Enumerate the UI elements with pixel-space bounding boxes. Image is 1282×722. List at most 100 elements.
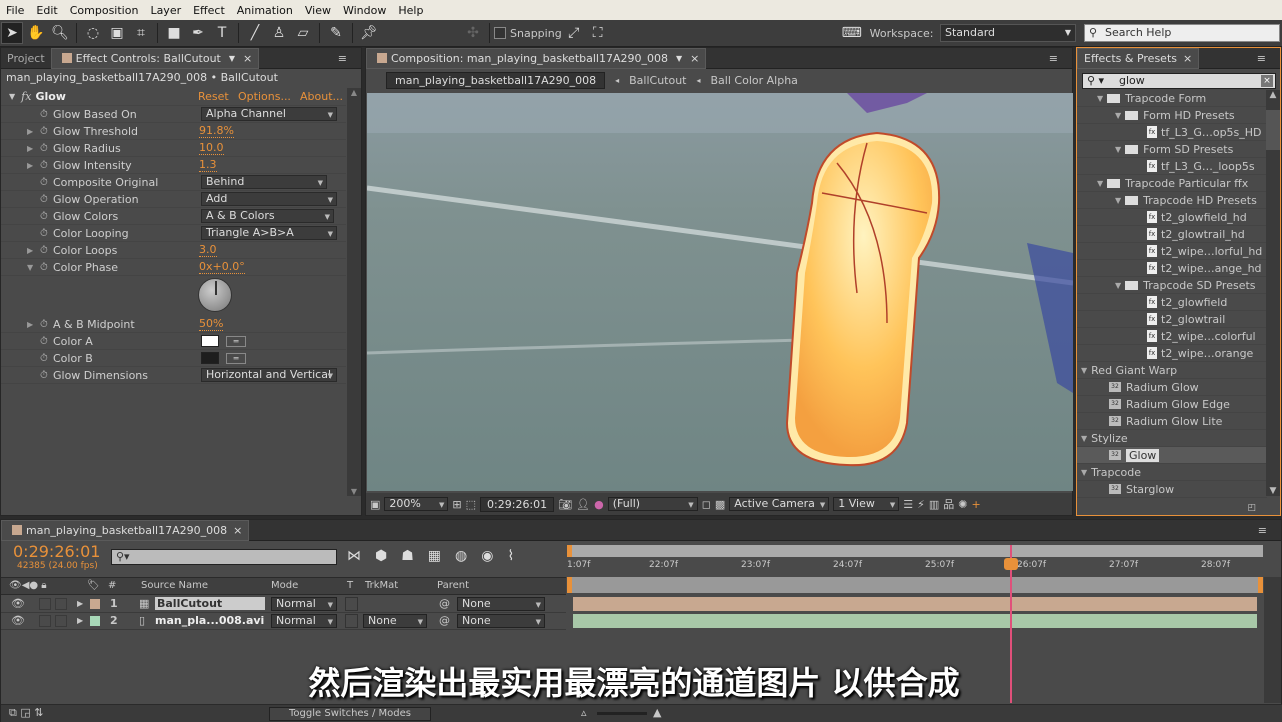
stopwatch-icon[interactable]: ⏱︎ xyxy=(40,126,48,137)
collapse-icon[interactable]: ▼ xyxy=(9,92,15,101)
rectangle-tool-icon[interactable]: ■ xyxy=(163,22,185,44)
lock-switch[interactable] xyxy=(55,615,67,627)
layer-search-input[interactable]: ⚲▾ xyxy=(111,549,337,565)
reset-link[interactable]: Reset xyxy=(198,90,229,103)
stopwatch-icon[interactable]: ⏱︎ xyxy=(40,109,48,120)
effects-search-input[interactable]: ⚲ ▾ glow × xyxy=(1082,73,1276,89)
playhead-handle[interactable] xyxy=(1004,558,1018,570)
hand-tool-icon[interactable]: ✋ xyxy=(25,22,47,44)
close-icon[interactable]: × xyxy=(233,524,242,537)
tab-effect-controls[interactable]: Effect Controls: BallCutout ▼ × xyxy=(50,47,260,69)
expand-icon[interactable]: ▶ xyxy=(77,599,83,608)
tab-composition[interactable]: Composition: man_playing_basketball17A29… xyxy=(366,47,707,69)
about-link[interactable]: About... xyxy=(300,90,343,103)
stopwatch-icon[interactable]: ⏱︎ xyxy=(40,228,48,239)
snap-extend-icon[interactable]: ⛶ xyxy=(587,22,609,44)
property-value[interactable]: 50% xyxy=(199,317,224,331)
effects-item-effect[interactable]: 32 Radium Glow xyxy=(1077,379,1267,396)
blend-mode-dropdown[interactable]: Normal xyxy=(271,614,337,628)
effects-item-folder[interactable]: ▼ Trapcode Form xyxy=(1077,90,1267,107)
rotate-tool-icon[interactable]: ◌ xyxy=(82,22,104,44)
collapse-icon[interactable]: ▼ xyxy=(27,263,33,272)
effects-item-preset[interactable]: fx t2_wipe…colorful xyxy=(1077,328,1267,345)
lock-switch[interactable] xyxy=(55,598,67,610)
layer-switches-icon[interactable]: ⧉ ◲ ⇅ xyxy=(9,706,43,720)
trkmat-dropdown[interactable]: None xyxy=(363,614,427,628)
parent-dropdown[interactable]: None xyxy=(457,614,545,628)
property-value[interactable]: 91.8% xyxy=(199,124,234,138)
zoom-in-icon[interactable]: ▲ xyxy=(653,706,661,719)
effects-item-category[interactable]: ▼ Trapcode xyxy=(1077,464,1267,481)
effects-item-preset[interactable]: fx t2_glowtrail xyxy=(1077,311,1267,328)
collapse-icon[interactable]: ▼ xyxy=(1081,468,1087,477)
expand-icon[interactable]: ▶ xyxy=(27,144,33,153)
eyedropper-icon[interactable]: ═ xyxy=(226,335,246,347)
property-value[interactable]: 0x+0.0° xyxy=(199,260,245,274)
camera-tool-icon[interactable]: ▣ xyxy=(106,22,128,44)
toggle-switches-modes-button[interactable]: Toggle Switches / Modes xyxy=(269,707,431,721)
label-color[interactable] xyxy=(90,616,100,626)
brush-tool-icon[interactable]: ╱ xyxy=(244,22,266,44)
effects-item-preset[interactable]: fx tf_L3_G…op5s_HD xyxy=(1077,124,1267,141)
layer-name[interactable]: BallCutout xyxy=(155,597,265,610)
stopwatch-icon[interactable]: ⏱︎ xyxy=(40,353,48,364)
effects-item-preset[interactable]: fx t2_wipe…orange xyxy=(1077,345,1267,362)
exposure-icon[interactable]: ✺ xyxy=(958,498,967,511)
stopwatch-icon[interactable]: ⏱︎ xyxy=(40,245,48,256)
stopwatch-icon[interactable]: ⏱︎ xyxy=(40,194,48,205)
eraser-tool-icon[interactable]: ▱ xyxy=(292,22,314,44)
transparency-grid-icon[interactable]: ▩ xyxy=(715,498,725,511)
effects-item-preset[interactable]: fx t2_glowfield xyxy=(1077,294,1267,311)
always-preview-icon[interactable]: ▣ xyxy=(370,498,380,511)
options-link[interactable]: Options... xyxy=(238,90,291,103)
view-layout-dropdown[interactable]: 1 View xyxy=(833,497,900,511)
collapse-icon[interactable]: ▼ xyxy=(1115,196,1121,205)
pick-whip-icon[interactable]: @ xyxy=(439,614,450,627)
effects-item-preset[interactable]: fx t2_wipe…lorful_hd xyxy=(1077,243,1267,260)
effects-scrollbar[interactable]: ▲ ▼ xyxy=(1266,90,1280,496)
fast-preview-icon[interactable]: ◻ xyxy=(702,498,711,511)
property-dropdown[interactable]: Triangle A>B>A xyxy=(201,226,337,240)
property-dropdown[interactable]: Behind xyxy=(201,175,327,189)
effects-item-folder[interactable]: ▼ Form HD Presets xyxy=(1077,107,1267,124)
shy-icon[interactable]: ☗ xyxy=(401,548,414,564)
effects-item-category[interactable]: ▼ Stylize xyxy=(1077,430,1267,447)
region-of-interest-icon[interactable]: ⬚ xyxy=(466,498,476,511)
panel-menu-icon[interactable]: ≡ xyxy=(1257,52,1266,65)
solo-switch[interactable] xyxy=(39,615,51,627)
collapse-icon[interactable]: ▼ xyxy=(1097,179,1103,188)
preserve-transparency-checkbox[interactable] xyxy=(345,597,358,611)
property-value[interactable]: 10.0 xyxy=(199,141,224,155)
clear-search-icon[interactable]: × xyxy=(1261,75,1273,87)
collapse-icon[interactable]: ▼ xyxy=(1115,281,1121,290)
menu-effect[interactable]: Effect xyxy=(187,4,231,17)
text-tool-icon[interactable]: T xyxy=(211,22,233,44)
eyedropper-icon[interactable]: ═ xyxy=(226,352,246,364)
close-icon[interactable]: × xyxy=(1183,52,1192,65)
effects-item-effect[interactable]: 32 Starglow xyxy=(1077,481,1267,498)
stopwatch-icon[interactable]: ⏱︎ xyxy=(40,319,48,330)
snapshot-icon[interactable]: 📷︎ xyxy=(558,498,572,511)
motion-blur-icon[interactable]: ◍ xyxy=(455,548,467,564)
search-help-input[interactable]: ⚲ Search Help xyxy=(1084,24,1280,42)
effects-item-preset[interactable]: fx tf_L3_G…_loop5s xyxy=(1077,158,1267,175)
pan-behind-tool-icon[interactable]: ⌗ xyxy=(130,22,152,44)
property-dropdown[interactable]: A & B Colors xyxy=(201,209,334,223)
effects-item-effect[interactable]: 32 Radium Glow Edge xyxy=(1077,396,1267,413)
scrollbar[interactable]: ▲ ▼ xyxy=(347,88,361,496)
stopwatch-icon[interactable]: ⏱︎ xyxy=(40,160,48,171)
panel-menu-icon[interactable]: ≡ xyxy=(1049,52,1058,65)
solo-switch[interactable] xyxy=(39,598,51,610)
label-color[interactable] xyxy=(90,599,100,609)
effects-item-preset[interactable]: fx t2_glowtrail_hd xyxy=(1077,226,1267,243)
effects-item-preset[interactable]: fx t2_glowfield_hd xyxy=(1077,209,1267,226)
panel-menu-icon[interactable]: ≡ xyxy=(338,52,347,65)
grid-icon[interactable]: ⊞ xyxy=(452,498,461,511)
stopwatch-icon[interactable]: ⏱︎ xyxy=(40,211,48,222)
roto-brush-tool-icon[interactable]: ✎ xyxy=(325,22,347,44)
graph-editor-icon[interactable]: ⌇ xyxy=(507,548,514,564)
effects-item-category[interactable]: ▼ Red Giant Warp xyxy=(1077,362,1267,379)
stopwatch-icon[interactable]: ⏱︎ xyxy=(40,370,48,381)
effects-item-folder[interactable]: ▼ Form SD Presets xyxy=(1077,141,1267,158)
effects-item-effect[interactable]: 32 Radium Glow Lite xyxy=(1077,413,1267,430)
